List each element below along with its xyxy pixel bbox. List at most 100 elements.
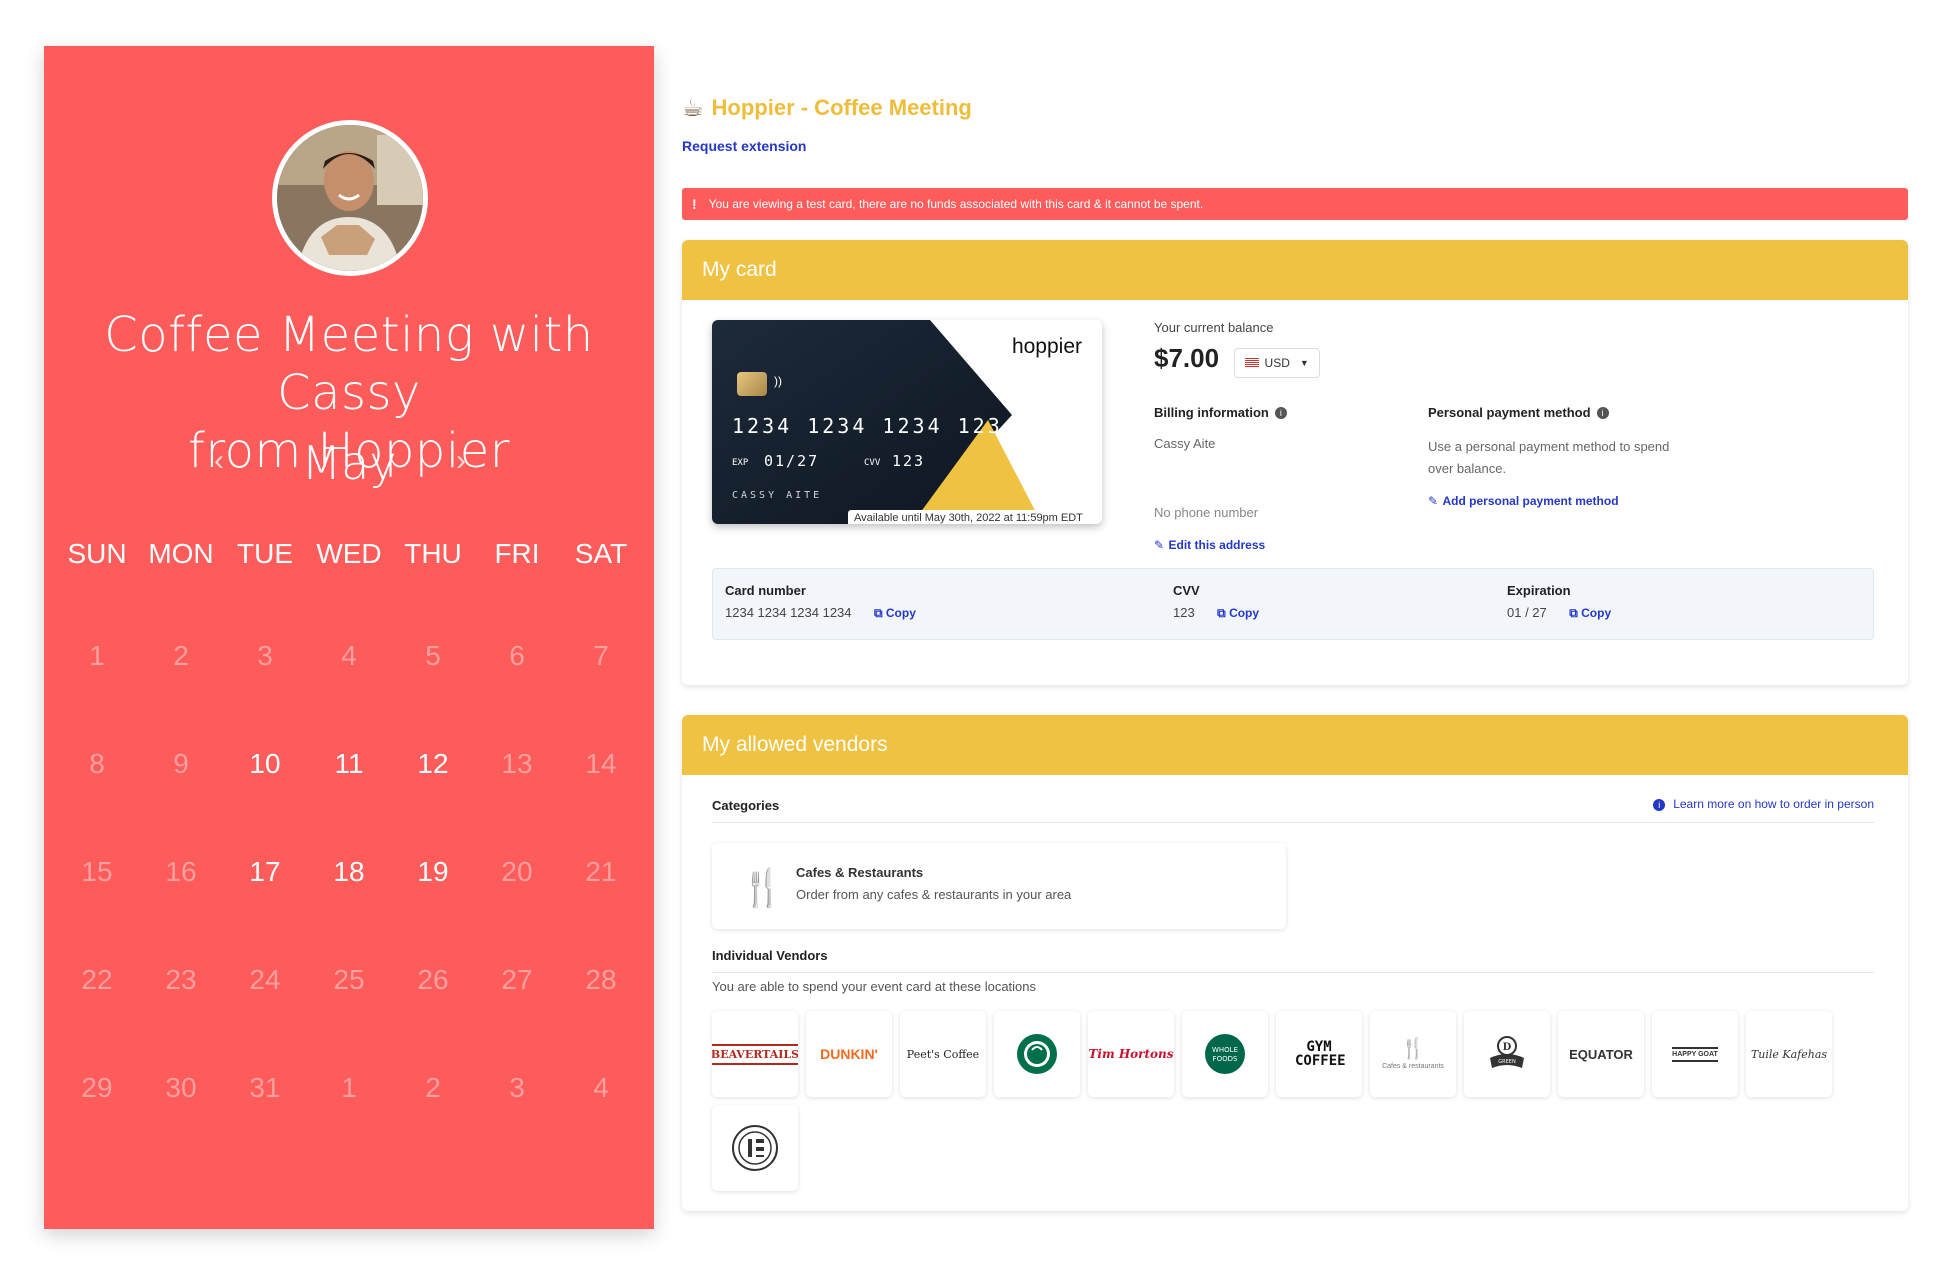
contactless-icon: )) — [774, 374, 782, 388]
edit-address-link[interactable]: Edit this address — [1169, 538, 1266, 552]
cvv-field: CVV 123 ⧉ Copy — [1173, 583, 1259, 622]
cvv-label: CVV — [864, 458, 881, 468]
copy-expiration-button[interactable]: ⧉ Copy — [1569, 606, 1611, 620]
expiration-field: Expiration 01 / 27 ⧉ Copy — [1507, 583, 1611, 622]
category-desc: Order from any cafes & restaurants in yo… — [796, 887, 1072, 902]
weekday-header: SUN MON TUE WED THU FRI SAT — [55, 538, 643, 570]
calendar-day[interactable]: 10 — [223, 744, 307, 852]
coffee-emblem-logo[interactable] — [712, 1105, 798, 1191]
calendar-day: 25 — [333, 964, 365, 995]
month-label: May — [301, 436, 397, 490]
copy-card-number-button[interactable]: ⧉ Copy — [874, 606, 916, 620]
cafes-restaurants-logo[interactable]: 🍴 Cafes & restaurants — [1370, 1011, 1456, 1097]
avatar-photo-icon — [277, 125, 423, 271]
svg-text:FOODS: FOODS — [1213, 1055, 1238, 1063]
beaver-tails-logo[interactable]: BEAVERTAILS — [712, 1011, 798, 1097]
calendar-day: 9 — [173, 748, 189, 779]
calendar-day[interactable]: 11 — [307, 744, 391, 852]
personal-payment-label: Personal payment method — [1428, 405, 1591, 420]
virtual-card: hoppier )) 1234 1234 1234 1234 EXP 01/27… — [712, 320, 1102, 524]
exp-label: EXP — [732, 458, 749, 468]
copy-cvv-button[interactable]: ⧉ Copy — [1217, 606, 1259, 620]
individual-vendors-header: Individual Vendors — [712, 947, 1874, 973]
card-brand: hoppier — [1011, 335, 1082, 358]
personal-payment-desc-2: over balance. — [1428, 461, 1507, 476]
calendar-day: 20 — [501, 856, 533, 887]
svg-text:GREEN: GREEN — [1498, 1059, 1516, 1065]
cvv-label: CVV — [1173, 583, 1200, 598]
phone-number: No phone number — [1154, 505, 1259, 520]
fork-knife-icon: 🍴 — [740, 867, 785, 908]
calendar-day: 5 — [425, 640, 441, 671]
coffee-cup-icon: ☕ — [682, 94, 704, 122]
weekday-fri: FRI — [494, 538, 540, 569]
category-card-cafes[interactable]: 🍴 Cafes & Restaurants Order from any caf… — [712, 843, 1286, 929]
peets-coffee-logo[interactable]: Peet's Coffee — [900, 1011, 986, 1097]
green-coffee-logo[interactable]: D GREEN — [1464, 1011, 1550, 1097]
categories-header: Categories i Learn more on how to order i… — [712, 797, 1874, 823]
calendar-day: 3 — [509, 1072, 525, 1103]
pencil-icon: ✎ — [1428, 494, 1439, 508]
calendar-day: 14 — [585, 748, 617, 779]
calendar-day: 7 — [593, 640, 609, 671]
whole-foods-logo[interactable]: WHOLE FOODS — [1182, 1011, 1268, 1097]
app-header: ☕ Hoppier - Coffee Meeting — [682, 88, 1908, 128]
weekday-mon: MON — [148, 538, 214, 569]
calendar-day: 22 — [81, 964, 113, 995]
chip-icon — [737, 372, 767, 396]
tuile-logo[interactable]: Tuile Kafehas — [1746, 1011, 1832, 1097]
happy-goat-logo[interactable]: HAPPY GOAT — [1652, 1011, 1738, 1097]
calendar-day: 24 — [249, 964, 281, 995]
equator-logo[interactable]: EQUATOR — [1558, 1011, 1644, 1097]
add-personal-payment-link[interactable]: Add personal payment method — [1443, 494, 1619, 508]
calendar-day: 28 — [585, 964, 617, 995]
avatar — [272, 120, 428, 276]
billing-name: Cassy Aite — [1154, 436, 1216, 451]
days-grid: 1 2 3 4 5 6 7 8 9 10 11 12 13 14 15 16 17 18 19 20 21 22 23 24 2… — [55, 636, 643, 1176]
tim-hortons-logo[interactable]: Tim Hortons — [1088, 1011, 1174, 1097]
calendar-day: 2 — [173, 640, 189, 671]
calendar-day[interactable]: 17 — [223, 852, 307, 960]
info-icon: i — [1653, 798, 1666, 811]
calendar-day: 2 — [425, 1072, 441, 1103]
card-number-label: Card number — [725, 583, 806, 598]
weekday-thu: THU — [404, 538, 462, 569]
calendar-day: 4 — [593, 1072, 609, 1103]
card-number-value: 1234 1234 1234 1234 — [725, 605, 852, 620]
card-details-box: Card number 1234 1234 1234 1234 ⧉ Copy C… — [712, 568, 1874, 640]
calendar-day[interactable]: 19 — [391, 852, 475, 960]
calendar-day: 1 — [341, 1072, 357, 1103]
info-icon[interactable]: i — [1274, 406, 1287, 419]
individual-vendors-label: Individual Vendors — [712, 948, 828, 963]
svg-text:WHOLE: WHOLE — [1212, 1046, 1238, 1054]
calendar-day[interactable]: 12 — [391, 744, 475, 852]
request-extension-link[interactable]: Request extension — [682, 138, 1908, 154]
balance-column: Your current balance $7.00 USD ▼ Billing… — [1154, 320, 1854, 552]
calendar-day[interactable]: 18 — [307, 852, 391, 960]
allowed-vendors-section: My allowed vendors Categories i Learn mor… — [682, 715, 1908, 1211]
expiration-label: Expiration — [1507, 583, 1571, 598]
calendar-day: 31 — [249, 1072, 281, 1103]
calendar-day: 21 — [585, 856, 617, 887]
card-number-display: 1234 1234 1234 1234 — [732, 414, 1018, 438]
app-title: Hoppier - Coffee Meeting — [711, 95, 972, 120]
calendar-day: 8 — [89, 748, 105, 779]
balance-amount: $7.00 — [1154, 343, 1220, 373]
chevron-right-icon[interactable]: › — [456, 444, 466, 478]
gym-coffee-logo[interactable]: GYM COFFEE — [1276, 1011, 1362, 1097]
weekday-sat: SAT — [574, 538, 628, 569]
currency-select[interactable]: USD ▼ — [1233, 347, 1320, 378]
calendar-panel: Coffee Meeting with Cassy from Hoppier ‹ … — [44, 46, 654, 1229]
info-icon[interactable]: i — [1596, 406, 1609, 419]
expiration-value: 01 / 27 — [1507, 605, 1547, 620]
alert-text: You are viewing a test card, there are n… — [708, 197, 1204, 211]
dunkin-logo[interactable]: DUNKIN' — [806, 1011, 892, 1097]
learn-more-link[interactable]: i Learn more on how to order in person — [1653, 797, 1874, 811]
cvv-display: 123 — [892, 452, 926, 470]
calendar-day: 3 — [257, 640, 273, 671]
test-card-alert: ! You are viewing a test card, there are… — [682, 188, 1908, 220]
starbucks-logo[interactable] — [994, 1011, 1080, 1097]
cvv-value: 123 — [1173, 605, 1195, 620]
vendors-body: Categories i Learn more on how to order i… — [682, 775, 1908, 1211]
calendar-day: 23 — [165, 964, 197, 995]
